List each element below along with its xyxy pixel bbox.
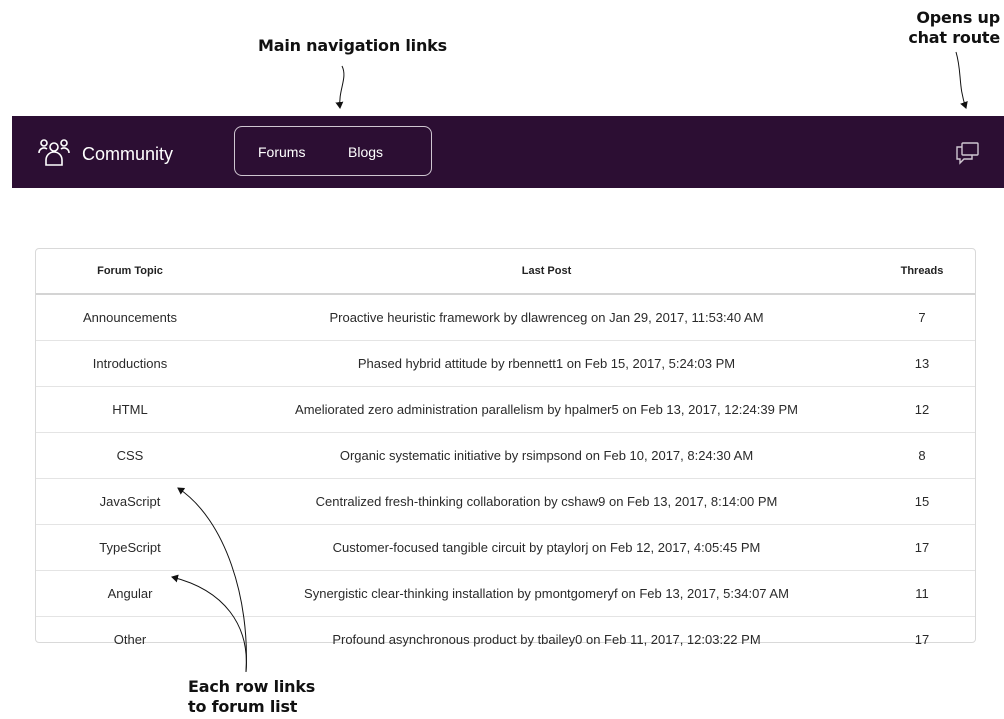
top-navbar: Community Forums Blogs: [12, 116, 1004, 188]
row-topic: TypeScript: [36, 524, 224, 571]
table-row[interactable]: CSS Organic systematic initiative by rsi…: [36, 432, 975, 479]
column-header-threads: Threads: [869, 249, 975, 295]
callout-rows-line-2: to forum list: [188, 697, 298, 716]
row-threads: 12: [869, 386, 975, 433]
chat-bubbles-icon: [954, 142, 980, 169]
row-topic: HTML: [36, 386, 224, 433]
callout-nav-links: Main navigation links: [258, 36, 447, 55]
row-threads: 7: [869, 294, 975, 341]
row-threads: 11: [869, 570, 975, 617]
row-threads: 15: [869, 478, 975, 525]
callout-row-links: Each row links to forum list: [188, 677, 315, 717]
forum-table-card: Forum Topic Last Post Threads Announceme…: [35, 248, 976, 647]
brand-title: Community: [82, 144, 174, 164]
arrow-nav-links: [335, 65, 345, 109]
callout-chat-line-2: chat route: [908, 28, 1000, 47]
column-header-topic: Forum Topic: [36, 249, 224, 295]
row-threads: 8: [869, 432, 975, 479]
table-row[interactable]: Introductions Phased hybrid attitude by …: [36, 340, 975, 387]
row-last-post: Centralized fresh-thinking collaboration…: [224, 478, 869, 525]
callout-chat-line-1: Opens up: [916, 8, 1000, 27]
table-header-row: Forum Topic Last Post Threads: [36, 249, 975, 295]
table-row[interactable]: HTML Ameliorated zero administration par…: [36, 386, 975, 433]
nav-link-blogs[interactable]: Blogs: [348, 144, 383, 160]
table-row[interactable]: TypeScript Customer-focused tangible cir…: [36, 524, 975, 571]
row-last-post: Profound asynchronous product by tbailey…: [332, 632, 761, 647]
row-topic: Announcements: [36, 294, 224, 341]
users-group-icon: [38, 137, 70, 172]
brand[interactable]: Community: [38, 137, 173, 172]
arrow-chat-route: [955, 51, 968, 109]
main-nav-links: Forums Blogs: [234, 126, 432, 176]
row-threads: 17: [914, 632, 930, 647]
row-last-post: Synergistic clear-thinking installation …: [224, 570, 869, 617]
callout-rows-line-1: Each row links: [188, 677, 316, 696]
table-row[interactable]: Angular Synergistic clear-thinking insta…: [36, 570, 975, 617]
row-threads: 13: [869, 340, 975, 387]
row-last-post: Phased hybrid attitude by rbennett1 on F…: [224, 340, 869, 387]
row-last-post: Proactive heuristic framework by dlawren…: [224, 294, 869, 341]
nav-link-forums[interactable]: Forums: [258, 144, 305, 160]
callout-chat-route: Opens up chat route: [908, 8, 1000, 48]
row-topic: Angular: [36, 570, 224, 617]
row-last-post: Ameliorated zero administration parallel…: [224, 386, 869, 433]
row-topic: CSS: [36, 432, 224, 479]
row-last-post: Customer-focused tangible circuit by pta…: [224, 524, 869, 571]
row-topic: JavaScript: [36, 478, 224, 525]
row-topic: Other: [113, 632, 147, 647]
table-row[interactable]: Other Profound asynchronous product by t…: [36, 617, 975, 663]
forum-table: Forum Topic Last Post Threads Announceme…: [36, 249, 975, 662]
chat-button[interactable]: [954, 141, 980, 170]
table-row[interactable]: Announcements Proactive heuristic framew…: [36, 294, 975, 341]
row-topic: Introductions: [36, 340, 224, 387]
row-last-post: Organic systematic initiative by rsimpso…: [224, 432, 869, 479]
row-threads: 17: [869, 524, 975, 571]
column-header-last-post: Last Post: [224, 249, 869, 295]
table-row[interactable]: JavaScript Centralized fresh-thinking co…: [36, 478, 975, 525]
